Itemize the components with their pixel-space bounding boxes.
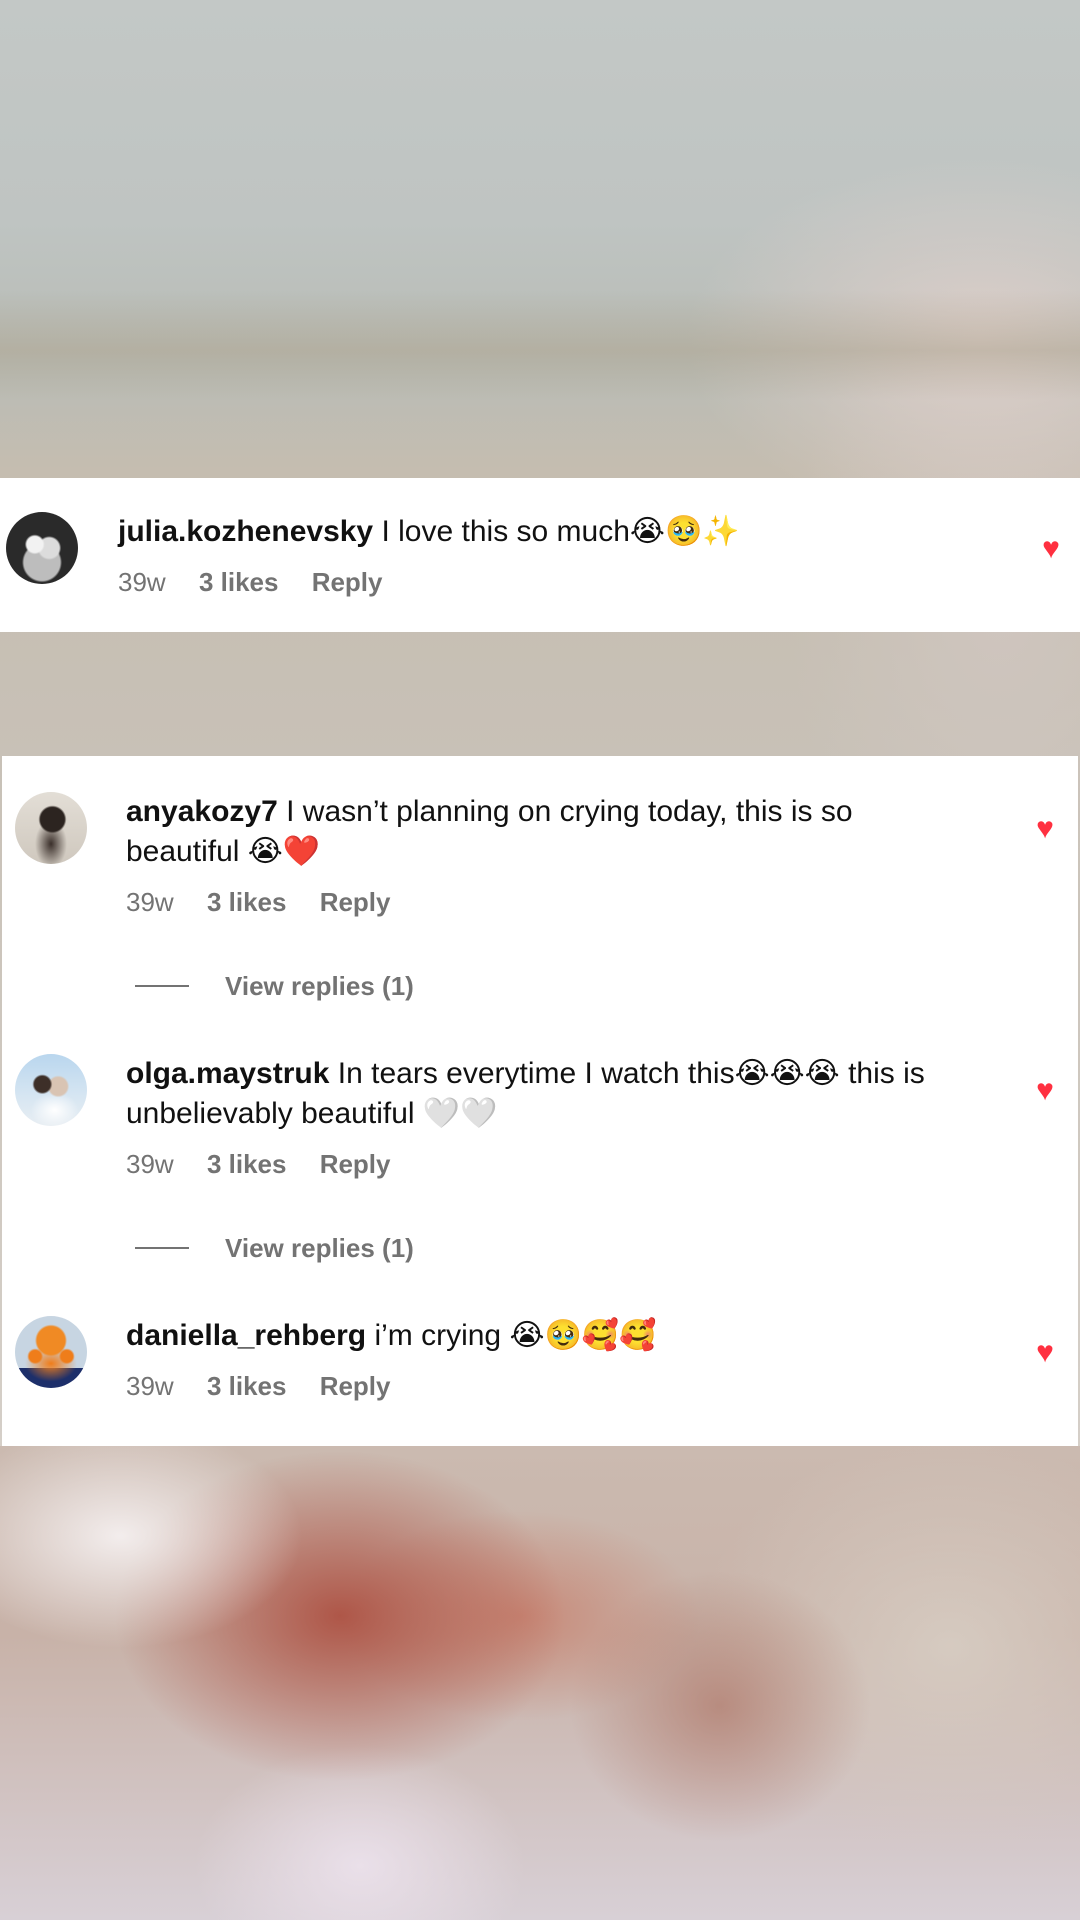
comment-username[interactable]: anyakozy7: [126, 795, 278, 828]
reply-button[interactable]: Reply: [320, 1370, 391, 1402]
comment-text: julia.kozhenevsky I love this so much😭🥹✨: [118, 512, 998, 552]
comment-item: olga.maystruk In tears everytime I watch…: [2, 1018, 1078, 1263]
comment-text: olga.maystruk In tears everytime I watch…: [126, 1054, 966, 1134]
reply-button[interactable]: Reply: [312, 566, 383, 598]
background-lower-photo: [0, 1446, 1080, 1920]
view-replies-label[interactable]: View replies (1): [225, 1233, 414, 1263]
heart-icon[interactable]: ♥: [1031, 1076, 1059, 1106]
view-replies-button[interactable]: View replies (1): [135, 1232, 414, 1264]
comment-time: 39w: [126, 887, 174, 917]
avatar[interactable]: [15, 792, 87, 864]
comment-message: I love this so much😭🥹✨: [381, 515, 740, 548]
view-replies-line: [135, 1247, 189, 1249]
comment-body: anyakozy7 I wasn’t planning on crying to…: [126, 792, 966, 918]
heart-icon[interactable]: ♥: [1031, 1338, 1059, 1368]
comment-meta: 39w 3 likes Reply: [126, 1370, 966, 1402]
likes-count[interactable]: 3 likes: [207, 1148, 287, 1180]
comment-card: anyakozy7 I wasn’t planning on crying to…: [2, 756, 1078, 1446]
avatar[interactable]: [6, 512, 78, 584]
comment-meta: 39w 3 likes Reply: [126, 1148, 966, 1180]
comment-username[interactable]: julia.kozhenevsky: [118, 515, 373, 548]
comment-text: daniella_rehberg i’m crying 😭🥹🥰🥰: [126, 1316, 966, 1356]
view-replies-line: [135, 985, 189, 987]
reply-button[interactable]: Reply: [320, 886, 391, 918]
heart-icon[interactable]: ♥: [1037, 534, 1065, 564]
comment-meta: 39w 3 likes Reply: [118, 566, 998, 598]
avatar[interactable]: [15, 1054, 87, 1126]
comment-time: 39w: [126, 1371, 174, 1401]
comment-meta: 39w 3 likes Reply: [126, 886, 966, 918]
likes-count[interactable]: 3 likes: [207, 886, 287, 918]
view-replies-button[interactable]: View replies (1): [135, 970, 414, 1002]
comment-body: olga.maystruk In tears everytime I watch…: [126, 1054, 966, 1180]
likes-count[interactable]: 3 likes: [207, 1370, 287, 1402]
comment-text: anyakozy7 I wasn’t planning on crying to…: [126, 792, 966, 872]
avatar[interactable]: [15, 1316, 87, 1388]
likes-count[interactable]: 3 likes: [199, 566, 279, 598]
view-replies-label[interactable]: View replies (1): [225, 971, 414, 1001]
comment-time: 39w: [126, 1149, 174, 1179]
comment-message: i’m crying 😭🥹🥰🥰: [374, 1319, 657, 1352]
comment-username[interactable]: daniella_rehberg: [126, 1319, 366, 1352]
comment-card: julia.kozhenevsky I love this so much😭🥹✨…: [0, 478, 1080, 632]
comment-username[interactable]: olga.maystruk: [126, 1057, 329, 1090]
comment-body: julia.kozhenevsky I love this so much😭🥹✨…: [118, 512, 998, 598]
comment-item: julia.kozhenevsky I love this so much😭🥹✨…: [0, 478, 1080, 632]
comment-time: 39w: [118, 567, 166, 597]
comment-item: daniella_rehberg i’m crying 😭🥹🥰🥰 39w 3 l…: [2, 1280, 1078, 1446]
comment-item: anyakozy7 I wasn’t planning on crying to…: [2, 756, 1078, 1001]
heart-icon[interactable]: ♥: [1031, 814, 1059, 844]
reply-button[interactable]: Reply: [320, 1148, 391, 1180]
background-stripe: [0, 290, 1080, 400]
comment-body: daniella_rehberg i’m crying 😭🥹🥰🥰 39w 3 l…: [126, 1316, 966, 1402]
